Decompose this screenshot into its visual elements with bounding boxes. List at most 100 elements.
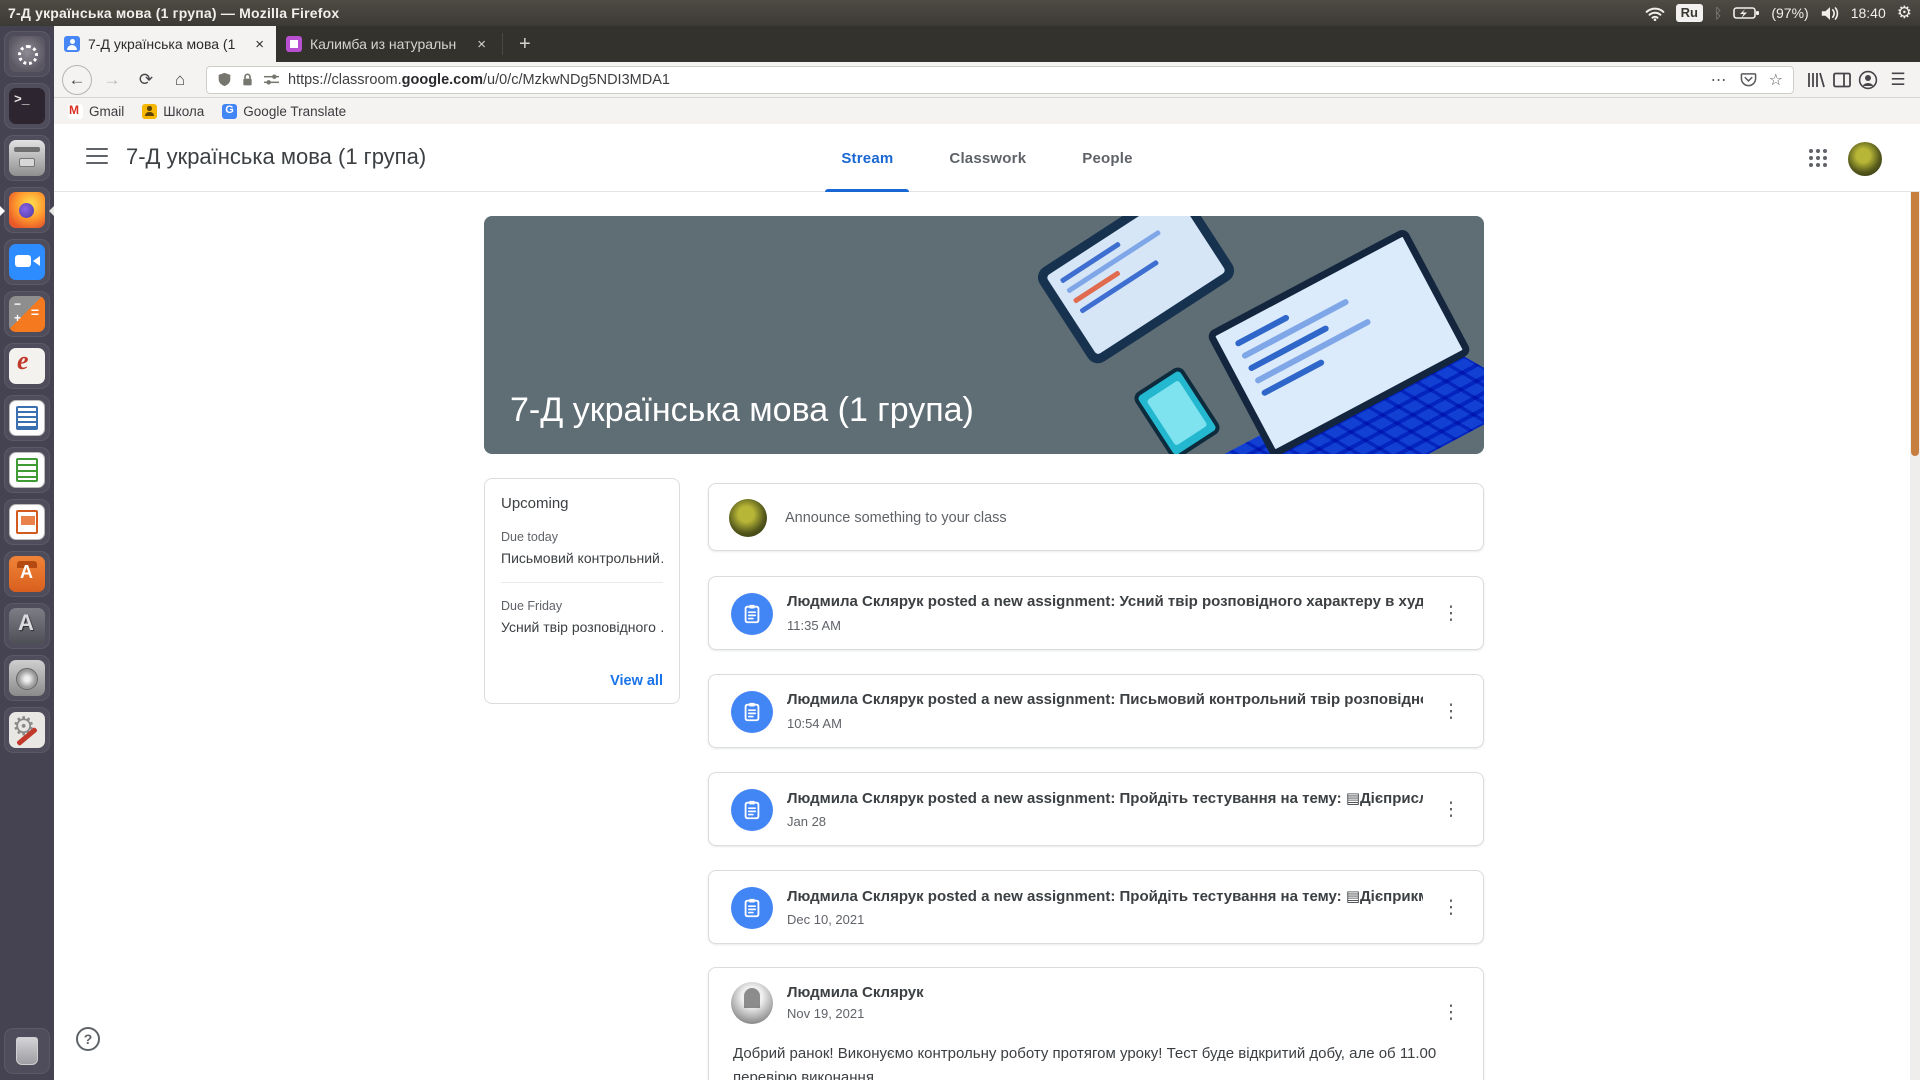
system-gear-icon[interactable]: ⚙	[1897, 3, 1912, 23]
class-banner: 7-Д українська мова (1 група)	[484, 216, 1484, 454]
assignment-icon	[731, 887, 773, 929]
stream-item[interactable]: Людмила Склярук posted a new assignment:…	[708, 576, 1484, 650]
keyboard-layout-indicator[interactable]: Ru	[1676, 4, 1703, 22]
classroom-favicon	[64, 36, 80, 52]
bookmark-school[interactable]: Школа	[142, 104, 204, 119]
announce-placeholder[interactable]: Announce something to your class	[785, 510, 1007, 526]
tab-kalimba[interactable]: Калимба из натуральн ×	[276, 26, 498, 62]
lock-icon[interactable]	[240, 71, 255, 88]
dock-trash-icon[interactable]	[4, 1028, 50, 1074]
tab-separator	[502, 33, 503, 55]
upcoming-due-label: Due today	[501, 530, 663, 544]
assignment-icon	[731, 691, 773, 733]
dock-active-indicator	[49, 206, 54, 216]
wifi-icon[interactable]	[1645, 6, 1665, 21]
user-avatar	[729, 499, 767, 537]
view-all-link[interactable]: View all	[610, 673, 663, 689]
upcoming-assignment-link[interactable]: Усний твір розповідного …	[501, 619, 663, 635]
bookmark-star-icon[interactable]: ☆	[1769, 70, 1783, 90]
dock-calculator-icon[interactable]	[4, 291, 50, 337]
scrollbar-thumb[interactable]	[1911, 146, 1919, 456]
upcoming-due-label: Due Friday	[501, 599, 663, 613]
dock-zoom-icon[interactable]	[4, 239, 50, 285]
forward-button[interactable]: →	[98, 66, 126, 94]
tab-close-icon[interactable]: ×	[475, 36, 488, 53]
stream-item[interactable]: Людмила Склярук posted a new assignment:…	[708, 772, 1484, 846]
dock-libreoffice-calc-icon[interactable]	[4, 447, 50, 493]
stream-item-time: Dec 10, 2021	[787, 912, 864, 927]
battery-icon[interactable]	[1733, 6, 1760, 20]
new-tab-button[interactable]: +	[507, 26, 543, 62]
shield-icon[interactable]	[217, 71, 232, 88]
page-actions-icon[interactable]: ⋯	[1711, 70, 1728, 90]
upcoming-assignment-link[interactable]: Письмовий контрольний…	[501, 550, 663, 566]
url-bar[interactable]: https://classroom.google.com/u/0/c/MzkwN…	[206, 66, 1794, 94]
tab-close-icon[interactable]: ×	[253, 36, 266, 53]
post-body: Добрий ранок! Виконуємо контрольну робот…	[733, 1042, 1459, 1080]
pocket-icon[interactable]	[1740, 71, 1757, 88]
page-scrollbar[interactable]	[1910, 124, 1920, 1080]
more-options-icon[interactable]: ⋮	[1437, 893, 1465, 921]
bluetooth-icon[interactable]: ᛒ	[1714, 5, 1722, 21]
stream-item-title: Людмила Склярук posted a new assignment:…	[787, 789, 1423, 807]
bookmark-gmail[interactable]: Gmail	[68, 104, 124, 119]
permissions-icon[interactable]	[263, 72, 280, 87]
google-apps-grid-icon[interactable]	[1806, 146, 1830, 170]
clock[interactable]: 18:40	[1851, 5, 1886, 21]
account-avatar[interactable]	[1848, 142, 1882, 176]
bookmarks-toolbar: Gmail Школа Google Translate	[54, 98, 1920, 124]
post-date: Nov 19, 2021	[787, 1006, 864, 1021]
dock-app-emblem-a-icon[interactable]	[4, 603, 50, 649]
bookmark-label: Gmail	[89, 104, 124, 119]
dock-active-indicator	[0, 206, 5, 216]
library-icon[interactable]	[1806, 71, 1826, 89]
url-text[interactable]: https://classroom.google.com/u/0/c/MzkwN…	[288, 72, 1703, 88]
menu-icon[interactable]: ☰	[1884, 66, 1912, 94]
back-button[interactable]: ←	[62, 65, 92, 95]
volume-icon[interactable]	[1820, 6, 1840, 21]
help-button[interactable]: ?	[76, 1027, 100, 1051]
dock-libreoffice-writer-icon[interactable]	[4, 395, 50, 441]
banner-class-title: 7-Д українська мова (1 група)	[510, 391, 974, 430]
tab-classroom[interactable]: 7-Д українська мова (1 ×	[54, 26, 276, 62]
reload-button[interactable]: ⟳	[132, 66, 160, 94]
classroom-header: 7-Д українська мова (1 група) Stream Cla…	[54, 124, 1920, 192]
tab-people[interactable]: People	[1054, 124, 1160, 192]
dock-terminal-icon[interactable]	[4, 83, 50, 129]
stream-item-time: 10:54 AM	[787, 716, 842, 731]
dock-software-center-icon[interactable]	[4, 551, 50, 597]
dock-firefox-icon[interactable]	[4, 187, 50, 233]
post-item[interactable]: Людмила Склярук Nov 19, 2021 ⋮ Добрий ра…	[708, 967, 1484, 1080]
account-icon[interactable]	[1858, 70, 1878, 90]
dock-ubuntu-dash-icon[interactable]	[4, 31, 50, 77]
home-button[interactable]: ⌂	[166, 66, 194, 94]
stream-item-title: Людмила Склярук posted a new assignment:…	[787, 593, 1423, 610]
more-options-icon[interactable]: ⋮	[1437, 998, 1465, 1026]
system-top-bar: 7-Д українська мова (1 група) — Mozilla …	[0, 0, 1920, 26]
ubuntu-dock	[0, 26, 54, 1080]
dock-file-cabinet-icon[interactable]	[4, 135, 50, 181]
tab-stream[interactable]: Stream	[813, 124, 921, 192]
stream-item[interactable]: Людмила Склярук posted a new assignment:…	[708, 674, 1484, 748]
dock-document-viewer-icon[interactable]	[4, 343, 50, 389]
more-options-icon[interactable]: ⋮	[1437, 795, 1465, 823]
banner-phone-illustration	[1131, 364, 1222, 454]
more-options-icon[interactable]: ⋮	[1437, 599, 1465, 627]
stream-item-time: 11:35 AM	[787, 618, 841, 633]
stream-item-title: Людмила Склярук posted a new assignment:…	[787, 691, 1423, 708]
more-options-icon[interactable]: ⋮	[1437, 697, 1465, 725]
tab-title: Калимба из натуральн	[310, 36, 467, 52]
teacher-avatar	[731, 982, 773, 1024]
tab-classwork[interactable]: Classwork	[921, 124, 1054, 192]
screen: 7-Д українська мова (1 група) — Mozilla …	[0, 0, 1920, 1080]
bookmark-google-translate[interactable]: Google Translate	[222, 104, 346, 119]
stream-item-time: Jan 28	[787, 814, 826, 829]
kalimba-favicon	[286, 36, 302, 52]
dock-system-tools-icon[interactable]	[4, 707, 50, 753]
dock-libreoffice-impress-icon[interactable]	[4, 499, 50, 545]
sidebars-icon[interactable]	[1832, 71, 1852, 89]
battery-percent: (97%)	[1771, 5, 1808, 21]
stream-item[interactable]: Людмила Склярук posted a new assignment:…	[708, 870, 1484, 944]
announce-box[interactable]: Announce something to your class	[708, 483, 1484, 551]
dock-disks-icon[interactable]	[4, 655, 50, 701]
